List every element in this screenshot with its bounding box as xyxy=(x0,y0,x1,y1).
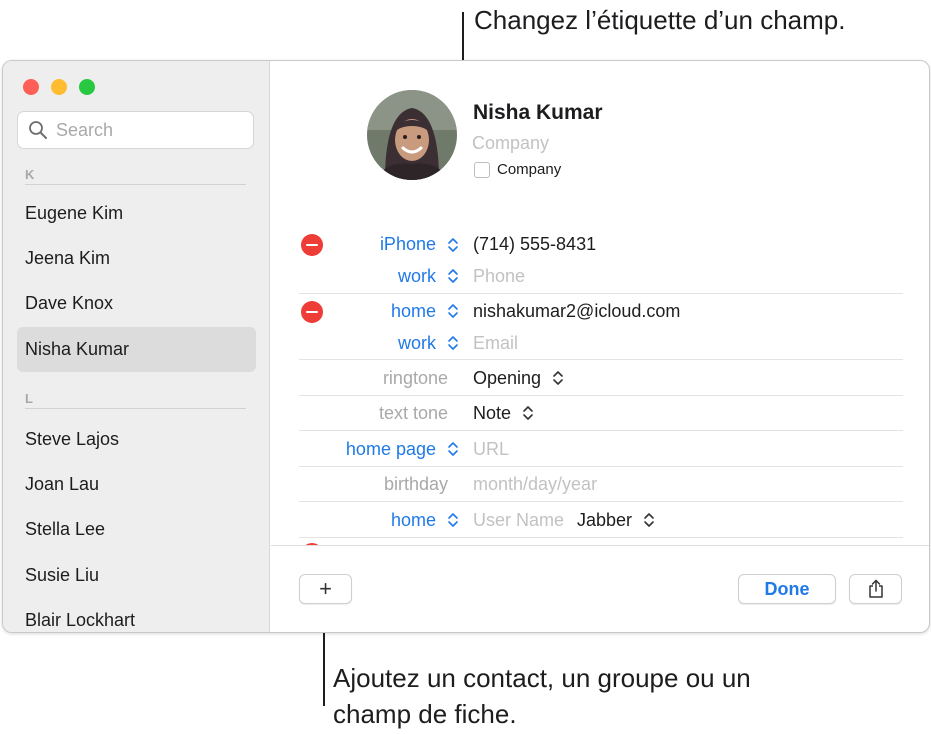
contact-item[interactable]: Stella Lee xyxy=(17,507,256,552)
section-divider xyxy=(25,408,246,409)
label-stepper-icon[interactable] xyxy=(447,303,459,319)
remove-field-button[interactable] xyxy=(301,234,323,256)
share-button[interactable] xyxy=(849,574,902,604)
ringtone-value: Opening xyxy=(473,368,542,388)
popup-chevron-icon xyxy=(523,406,533,420)
phone-new-field[interactable]: Phone xyxy=(473,266,525,287)
contact-name[interactable]: Nisha Kumar xyxy=(473,101,603,125)
contact-item[interactable]: Steve Lajos xyxy=(17,417,256,462)
contact-item[interactable]: Joan Lau xyxy=(17,462,256,507)
search-field[interactable] xyxy=(17,111,254,149)
contacts-window: K Eugene Kim Jeena Kim Dave Knox Nisha K… xyxy=(2,60,930,633)
popup-chevron-icon xyxy=(644,513,654,527)
popup-chevron-icon xyxy=(553,371,563,385)
section-letter-k: K xyxy=(25,167,35,182)
email-value[interactable]: nishakumar2@icloud.com xyxy=(473,301,680,322)
field-label-home[interactable]: home xyxy=(391,510,436,531)
field-label-iphone[interactable]: iPhone xyxy=(380,234,436,255)
contact-item[interactable]: Jeena Kim xyxy=(17,236,256,281)
search-icon xyxy=(28,120,48,140)
texttone-value: Note xyxy=(473,403,512,423)
ringtone-popup[interactable]: Opening xyxy=(473,368,564,389)
field-label-ringtone: ringtone xyxy=(382,368,448,388)
label-stepper-icon[interactable] xyxy=(447,335,459,351)
section-letter-l: L xyxy=(25,391,33,406)
field-label-home[interactable]: home xyxy=(391,301,436,322)
row-divider xyxy=(299,359,903,360)
url-field[interactable]: URL xyxy=(473,439,509,460)
company-field[interactable]: Company xyxy=(472,133,549,154)
search-input[interactable] xyxy=(56,119,246,141)
im-service-popup[interactable]: Jabber xyxy=(577,510,655,531)
row-divider xyxy=(299,466,903,467)
done-button[interactable]: Done xyxy=(738,574,836,604)
callout-change-label: Changez l’étiquette d’un champ. xyxy=(474,5,846,35)
share-icon xyxy=(868,579,883,598)
field-label-work[interactable]: work xyxy=(398,333,436,354)
row-divider xyxy=(299,537,903,538)
field-label-text-tone: text tone xyxy=(378,403,448,423)
remove-field-button[interactable] xyxy=(301,301,323,323)
contact-item[interactable]: Dave Knox xyxy=(17,281,256,326)
footer-divider xyxy=(271,545,929,546)
im-username-field[interactable]: User Name xyxy=(473,510,564,531)
contact-item[interactable]: Blair Lockhart xyxy=(17,598,256,632)
texttone-popup[interactable]: Note xyxy=(473,403,534,424)
row-divider xyxy=(299,430,903,431)
close-window-button[interactable] xyxy=(23,79,39,95)
contact-card: Nisha Kumar Company Company iPhone (714)… xyxy=(271,61,929,632)
row-divider xyxy=(299,293,903,294)
birthday-field[interactable]: month/day/year xyxy=(473,474,597,495)
contact-item[interactable]: Susie Liu xyxy=(17,553,256,598)
field-label-work[interactable]: work xyxy=(398,266,436,287)
minimize-window-button[interactable] xyxy=(51,79,67,95)
zoom-window-button[interactable] xyxy=(79,79,95,95)
field-label-birthday: birthday xyxy=(383,474,448,494)
email-new-field[interactable]: Email xyxy=(473,333,518,354)
callout-add-contact: Ajoutez un contact, un groupe ou un cham… xyxy=(333,663,751,729)
label-stepper-icon[interactable] xyxy=(447,441,459,457)
avatar[interactable] xyxy=(367,90,457,180)
label-stepper-icon[interactable] xyxy=(447,512,459,528)
row-divider xyxy=(299,395,903,396)
section-divider xyxy=(25,184,246,185)
sidebar: K Eugene Kim Jeena Kim Dave Knox Nisha K… xyxy=(3,61,270,632)
label-stepper-icon[interactable] xyxy=(447,237,459,253)
label-stepper-icon[interactable] xyxy=(447,268,459,284)
row-divider xyxy=(299,501,903,502)
contact-item[interactable]: Eugene Kim xyxy=(17,191,256,236)
contact-item-selected[interactable]: Nisha Kumar xyxy=(17,327,256,372)
phone-value[interactable]: (714) 555-8431 xyxy=(473,234,596,255)
company-checkbox-label: Company xyxy=(497,161,562,178)
add-button[interactable]: + xyxy=(299,574,352,604)
field-label-home-page[interactable]: home page xyxy=(346,439,436,460)
im-service-value: Jabber xyxy=(577,510,633,530)
company-checkbox[interactable] xyxy=(474,162,490,178)
